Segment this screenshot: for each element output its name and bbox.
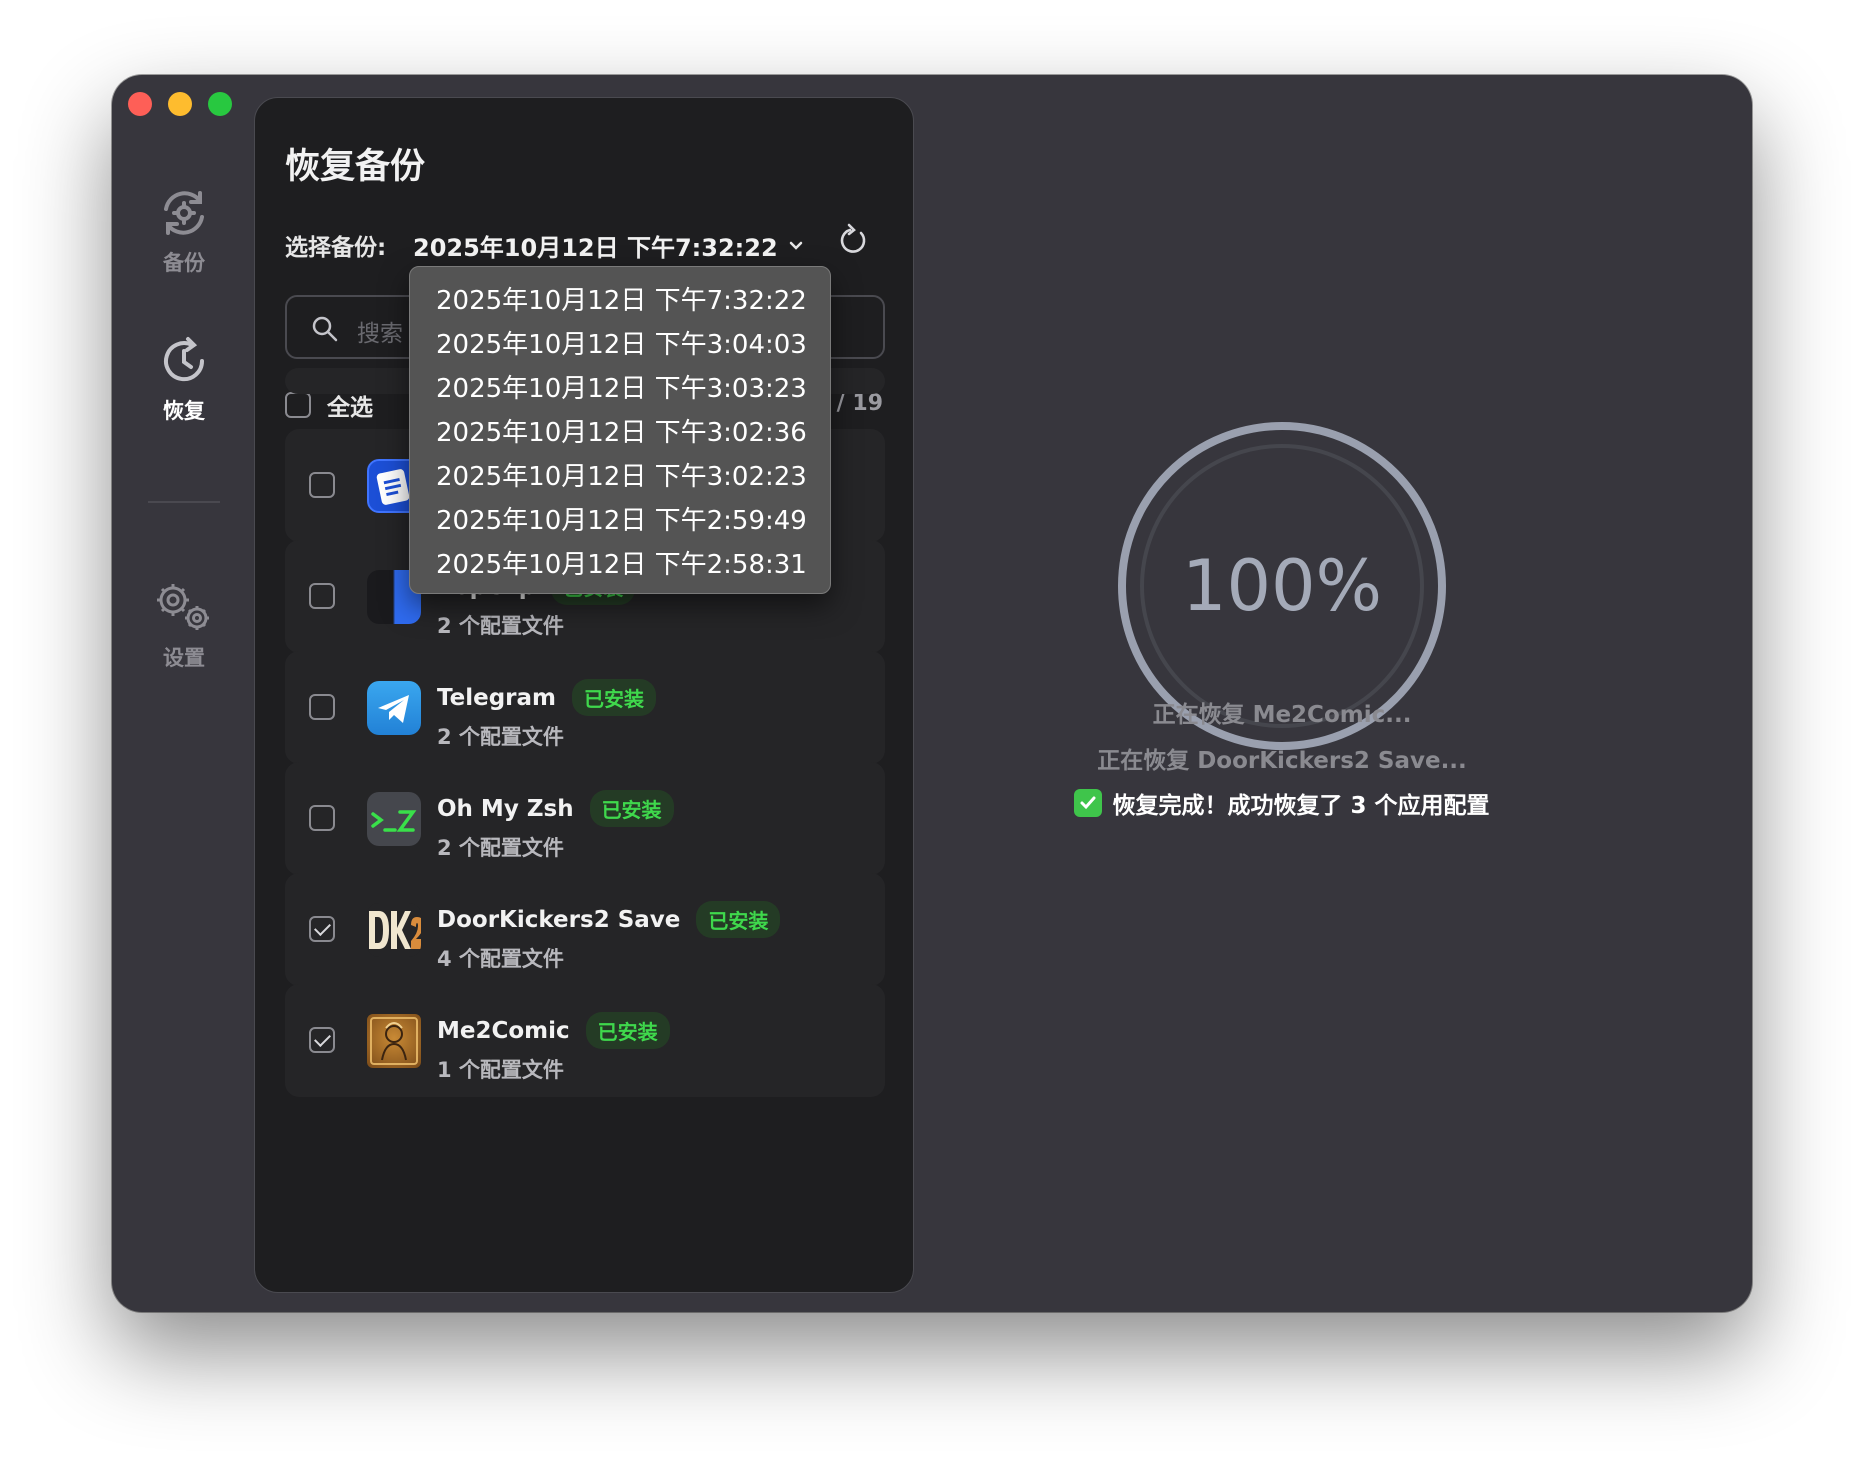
dropdown-option[interactable]: 2025年10月12日 下午3:04:03 [410,323,830,367]
checkbox[interactable] [309,1027,335,1053]
sidebar-item-backup[interactable]: 备份 [112,185,256,277]
me2comic-icon [367,1014,421,1068]
config-file-count: 2 个配置文件 [437,725,564,749]
sidebar-item-label: 恢复 [163,399,205,423]
list-item[interactable]: Telegram 已安装 2 个配置文件 [285,651,885,764]
refresh-icon[interactable] [835,222,871,258]
checkbox[interactable] [285,392,311,418]
app-name: Me2Comic [437,1017,570,1044]
backup-dropdown-menu: 2025年10月12日 下午7:32:22 2025年10月12日 下午3:04… [409,266,831,594]
dropdown-option[interactable]: 2025年10月12日 下午3:02:36 [410,411,830,455]
app-window: 备份 恢复 设置 恢复备份 选择备份: 2025年10月12日 下午7:32:2… [112,75,1752,1312]
sidebar-item-label: 备份 [163,251,205,275]
sidebar-item-label: 设置 [163,646,205,670]
backup-select[interactable]: 2025年10月12日 下午7:32:22 [413,228,804,263]
search-icon [312,316,338,342]
installed-badge: 已安装 [585,1012,670,1049]
settings-icon [157,584,209,630]
sidebar-divider [148,501,220,503]
installed-badge: 已安装 [572,679,657,716]
dropdown-option[interactable]: 2025年10月12日 下午7:32:22 [410,279,830,323]
installed-badge: 已安装 [589,790,674,827]
check-mark-icon [1074,789,1103,817]
config-file-count: 2 个配置文件 [437,836,564,860]
app-name: Telegram [437,684,557,711]
app-name: DoorKickers2 Save [437,906,681,933]
progress-percent: 100% [1181,545,1383,627]
dk2-icon [367,903,421,957]
search-placeholder: 搜索 [357,321,403,347]
checkbox[interactable] [309,916,335,942]
backup-select-value: 2025年10月12日 下午7:32:22 [413,234,778,262]
restore-complete-message: 恢复完成！成功恢复了 3 个应用配置 [912,786,1652,820]
checkbox[interactable] [309,805,335,831]
list-item[interactable]: DoorKickers2 Save 已安装 4 个配置文件 [285,873,885,986]
config-file-count: 2 个配置文件 [437,614,564,638]
app-name: Oh My Zsh [437,795,574,822]
config-file-count: 1 个配置文件 [437,1058,564,1082]
checkbox[interactable] [309,583,335,609]
sidebar-item-restore[interactable]: 恢复 [112,333,256,425]
dropdown-option[interactable]: 2025年10月12日 下午2:59:49 [410,499,830,543]
restore-log-line: 正在恢复 Me2Comic... [1152,702,1412,728]
dropdown-option[interactable]: 2025年10月12日 下午3:02:23 [410,455,830,499]
dropdown-option[interactable]: 2025年10月12日 下午3:03:23 [410,367,830,411]
page-title: 恢复备份 [285,147,426,187]
terminal-icon [367,792,421,846]
checkbox[interactable] [309,694,335,720]
checkbox[interactable] [309,472,335,498]
config-file-count: 4 个配置文件 [437,947,564,971]
backup-select-label: 选择备份: [285,235,387,261]
zoom-window-button[interactable] [208,92,232,116]
restore-icon [164,337,205,382]
telegram-icon [367,681,421,735]
restore-complete-text: 恢复完成！成功恢复了 3 个应用配置 [1112,793,1490,819]
chevron-down-icon [789,241,802,250]
list-item[interactable]: Me2Comic 已安装 1 个配置文件 [285,984,885,1097]
installed-badge: 已安装 [696,901,781,938]
close-window-button[interactable] [128,92,152,116]
list-item[interactable]: Oh My Zsh 已安装 2 个配置文件 [285,762,885,875]
minimize-window-button[interactable] [168,92,192,116]
sidebar-item-settings[interactable]: 设置 [112,580,256,672]
dropdown-option[interactable]: 2025年10月12日 下午2:58:31 [410,543,830,587]
restore-log-line: 正在恢复 DoorKickers2 Save... [1097,748,1467,774]
backup-icon [164,191,204,235]
